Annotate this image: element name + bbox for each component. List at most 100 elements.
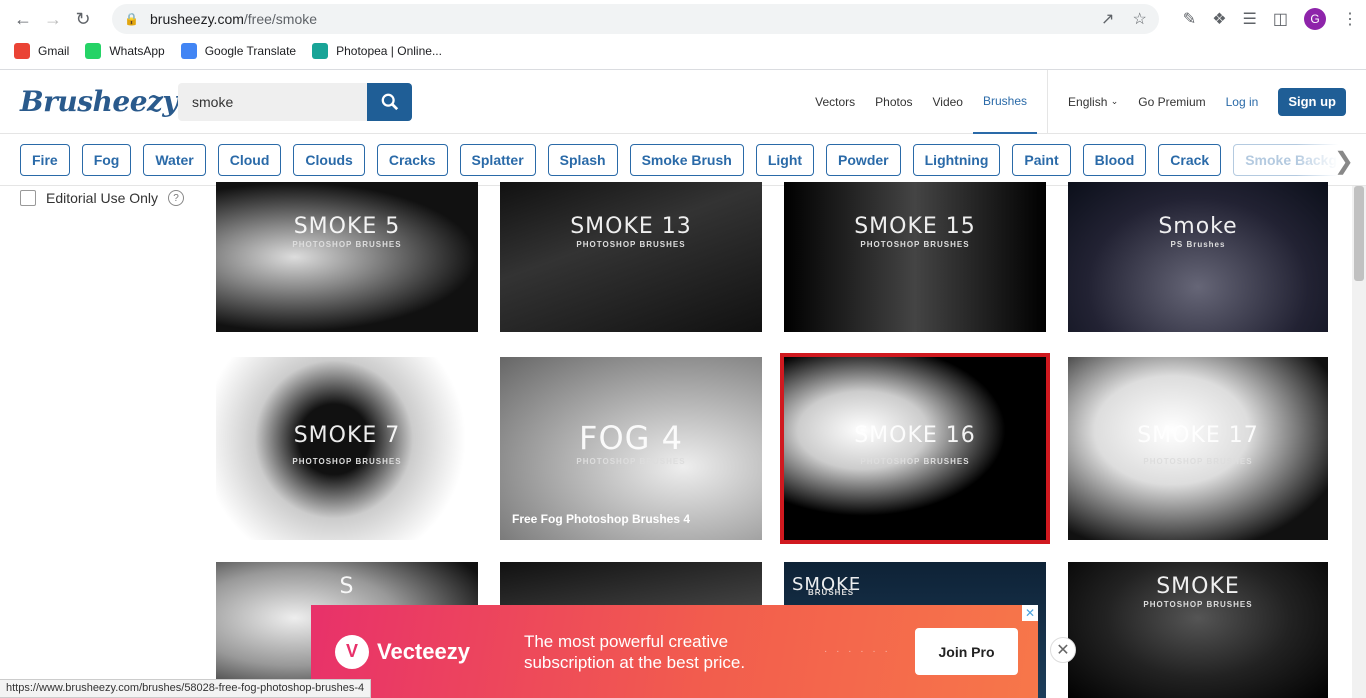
reading-list-icon[interactable]: ☰ (1243, 9, 1257, 29)
reload-icon[interactable]: ↻ (68, 4, 98, 34)
nav-photos[interactable]: Photos (865, 70, 922, 134)
tile-subtitle: PHOTOSHOP BRUSHES (1143, 457, 1253, 466)
search-form: smoke (178, 82, 412, 121)
tag-chip[interactable]: Fire (20, 144, 70, 176)
tile-title: SMOKE 5 (293, 214, 401, 239)
tag-chip[interactable]: Smoke Brush (629, 144, 744, 176)
browser-chrome: ← → ↻ 🔒 brusheezy.com/free/smoke ↗ ☆ ✎ ❖… (0, 0, 1366, 70)
brusheezy-logo[interactable]: Brusheezy (20, 85, 179, 118)
tag-chip[interactable]: Crack (1158, 144, 1222, 176)
eyedropper-icon[interactable]: ✎ (1183, 9, 1196, 29)
tile-subtitle: PHOTOSHOP BRUSHES (292, 457, 402, 466)
nav-brushes[interactable]: Brushes (972, 70, 1038, 134)
tile-subtitle: PHOTOSHOP BRUSHES (292, 240, 402, 249)
side-panel-icon[interactable]: ◫ (1273, 9, 1288, 29)
brush-tile[interactable]: Smoke PS Brushes (1068, 182, 1328, 332)
ad-dots: · · · · · · (823, 646, 891, 657)
brush-tile[interactable]: SMOKE 17 PHOTOSHOP BRUSHES (1068, 357, 1328, 540)
tile-title: SMOKE 16 (854, 423, 976, 448)
brush-tile[interactable]: FOG 4 PHOTOSHOP BRUSHES Free Fog Photoshop… (500, 357, 762, 540)
tag-chip[interactable]: Powder (826, 144, 901, 176)
profile-avatar[interactable]: G (1304, 8, 1326, 30)
back-icon[interactable]: ← (8, 4, 38, 34)
bookmark-label: Photopea | Online... (336, 44, 442, 58)
editorial-filter[interactable]: Editorial Use Only ? (20, 190, 185, 206)
tile-title: SMOKE 7 (293, 423, 401, 448)
bookmark-label: Gmail (38, 44, 70, 58)
editorial-checkbox[interactable] (20, 190, 36, 206)
scrollbar-thumb[interactable] (1354, 186, 1364, 281)
go-premium-link[interactable]: Go Premium (1128, 70, 1215, 134)
bookmark-item[interactable]: Photopea | Online... (312, 43, 442, 59)
ad-info-close-icon[interactable]: ✕ (1022, 605, 1038, 621)
bookmark-item[interactable]: Gmail (14, 43, 69, 59)
brush-tile[interactable]: SMOKE 5 PHOTOSHOP BRUSHES (216, 182, 478, 332)
tile-subtitle: PHOTOSHOP BRUSHES (860, 240, 970, 249)
editorial-label: Editorial Use Only (46, 190, 159, 206)
bookmark-item[interactable]: WhatsApp (85, 43, 165, 59)
tag-chip[interactable]: Lightning (912, 144, 1001, 176)
tag-chip[interactable]: Paint (1012, 144, 1071, 176)
tag-chip[interactable]: Clouds (293, 144, 365, 176)
join-pro-button[interactable]: Join Pro (915, 628, 1018, 675)
nav-vectors[interactable]: Vectors (805, 70, 865, 134)
nav-divider (1047, 69, 1049, 134)
signup-button[interactable]: Sign up (1278, 87, 1346, 116)
tile-title: SMOKE 13 (570, 214, 692, 239)
tag-chip[interactable]: Splash (547, 144, 618, 176)
tag-chip[interactable]: Blood (1082, 144, 1147, 176)
tile-title: SMOKE (1156, 574, 1240, 599)
chevron-right-icon[interactable]: ❯ (1334, 147, 1354, 176)
vecteezy-logo-icon: V (335, 634, 369, 669)
chips-fade (1296, 134, 1366, 185)
brush-tile[interactable]: SMOKE 16 PHOTOSHOP BRUSHES (780, 353, 1050, 544)
site-header: Brusheezy smoke Vectors Photos Video Bru… (0, 69, 1366, 134)
brush-tile[interactable]: SMOKE 7 PHOTOSHOP BRUSHES (216, 357, 478, 540)
tile-subtitle: PHOTOSHOP BRUSHES (576, 240, 686, 249)
tile-title: SMOKE 15 (854, 214, 976, 239)
whatsapp-icon (85, 43, 102, 59)
tag-chip[interactable]: Light (755, 144, 815, 176)
close-ad-icon[interactable]: ✕ (1050, 637, 1076, 663)
star-icon[interactable]: ☆ (1132, 9, 1146, 29)
status-bar-url: https://www.brusheezy.com/brushes/58028-… (0, 679, 372, 698)
address-bar[interactable]: 🔒 brusheezy.com/free/smoke ↗ ☆ (112, 4, 1159, 34)
menu-icon[interactable]: ⋮ (1342, 9, 1358, 29)
page-scrollbar[interactable] (1352, 186, 1366, 698)
translate-icon (180, 43, 197, 59)
tag-chip[interactable]: Fog (81, 144, 132, 176)
ad-brand: Vecteezy (377, 638, 470, 664)
browser-toolbar: ← → ↻ 🔒 brusheezy.com/free/smoke ↗ ☆ ✎ ❖… (0, 0, 1366, 38)
bookmark-label: Google Translate (204, 44, 297, 58)
brush-tile[interactable]: SMOKE 15 PHOTOSHOP BRUSHES (784, 182, 1046, 332)
tag-chip[interactable]: Splatter (459, 144, 536, 176)
language-select[interactable]: English ⌄ (1058, 70, 1128, 134)
tile-title: S (339, 574, 355, 599)
tag-chip[interactable]: Cracks (376, 144, 448, 176)
brush-tile[interactable]: SMOKE 13 PHOTOSHOP BRUSHES (500, 182, 762, 332)
tile-title: FOG 4 (579, 419, 683, 457)
tag-chip[interactable]: Water (143, 144, 206, 176)
login-link[interactable]: Log in (1216, 70, 1269, 134)
share-icon[interactable]: ↗ (1101, 9, 1114, 29)
tile-subtitle: PHOTOSHOP BRUSHES (1143, 600, 1253, 609)
extensions-icon[interactable]: ❖ (1212, 9, 1226, 29)
forward-icon[interactable]: → (38, 4, 68, 34)
search-button[interactable] (367, 82, 412, 121)
bookmark-item[interactable]: Google Translate (180, 43, 297, 59)
tile-title: SMOKE 17 (1137, 423, 1259, 448)
header-nav: Vectors Photos Video Brushes English ⌄ G… (805, 69, 1346, 134)
search-icon (381, 93, 398, 110)
chevron-down-icon: ⌄ (1110, 96, 1119, 106)
tile-subtitle: PS Brushes (1170, 240, 1226, 249)
tile-subtitle: PHOTOSHOP BRUSHES (576, 457, 686, 466)
search-input[interactable]: smoke (178, 82, 367, 121)
vecteezy-ad-banner[interactable]: V Vecteezy The most powerful creative su… (311, 605, 1038, 698)
help-icon[interactable]: ? (168, 190, 185, 206)
tag-chip[interactable]: Cloud (217, 144, 282, 176)
url-text[interactable]: brusheezy.com/free/smoke (150, 11, 1101, 27)
nav-video[interactable]: Video (923, 70, 973, 134)
brush-tile[interactable]: SMOKE PHOTOSHOP BRUSHES (1068, 562, 1328, 698)
tile-subtitle: BRUSHES (808, 588, 855, 597)
gmail-icon (14, 43, 30, 59)
